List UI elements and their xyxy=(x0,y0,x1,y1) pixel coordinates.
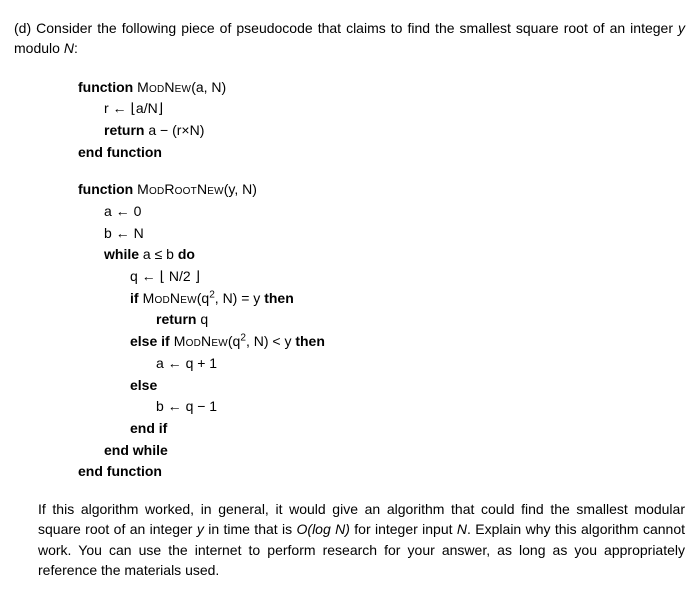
closing-paragraph: If this algorithm worked, in general, it… xyxy=(38,499,685,580)
fn1-line-return: return a − (r×N) xyxy=(78,120,685,142)
fn1-line-assign-r: r ← ⌊a/N⌋ xyxy=(78,98,685,120)
intro-text-pre: Consider the following piece of pseudoco… xyxy=(36,20,678,36)
intro-text-mid: modulo xyxy=(14,40,64,56)
closing-p2: in time that is xyxy=(204,521,297,537)
fn2-endwhile: end while xyxy=(78,440,685,462)
closing-N: N xyxy=(457,521,467,537)
fn2-if: if ModNew(q2, N) = y then xyxy=(78,288,685,310)
var-N: N xyxy=(64,40,74,56)
fn2-return-q: return q xyxy=(78,309,685,331)
fn2-line-bN: b ← N xyxy=(78,223,685,245)
fn2-line-bq1: b ← q − 1 xyxy=(78,396,685,418)
fn1-signature: function ModNew(a, N) xyxy=(78,77,685,99)
question-intro: (d) Consider the following piece of pseu… xyxy=(14,18,685,59)
fn2-endif: end if xyxy=(78,418,685,440)
closing-y: y xyxy=(197,521,204,537)
fn2-else: else xyxy=(78,375,685,397)
intro-text-end: : xyxy=(74,40,78,56)
part-label: (d) xyxy=(14,20,31,36)
function-modrootnew: function ModRootNew(y, N) a ← 0 b ← N wh… xyxy=(78,179,685,483)
closing-olog: O(log N) xyxy=(297,521,350,537)
fn2-line-a0: a ← 0 xyxy=(78,201,685,223)
function-modnew: function ModNew(a, N) r ← ⌊a/N⌋ return a… xyxy=(78,77,685,164)
fn1-end: end function xyxy=(78,142,685,164)
fn2-line-aq1: a ← q + 1 xyxy=(78,353,685,375)
fn2-signature: function ModRootNew(y, N) xyxy=(78,179,685,201)
closing-p3: for integer input xyxy=(350,521,457,537)
var-y: y xyxy=(678,20,685,36)
fn2-line-q: q ← ⌊ N/2 ⌋ xyxy=(78,266,685,288)
fn2-endfunction: end function xyxy=(78,461,685,483)
fn2-while: while a ≤ b do xyxy=(78,244,685,266)
fn2-elseif: else if ModNew(q2, N) < y then xyxy=(78,331,685,353)
